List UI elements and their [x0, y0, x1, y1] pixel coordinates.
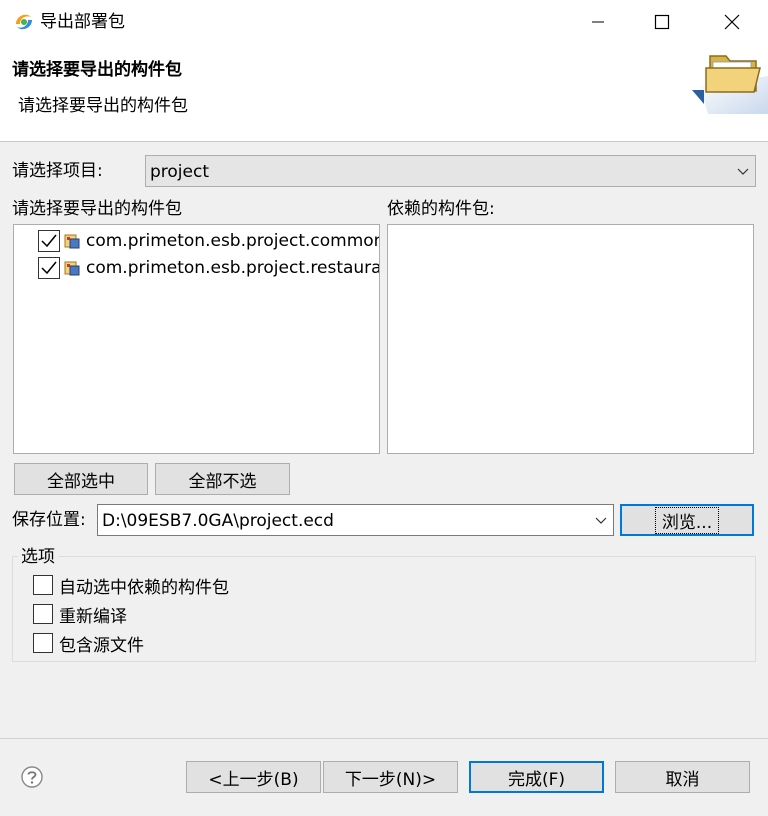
finish-label: 完成(F) [507, 769, 566, 790]
options-group: 自动选中依赖的构件包 重新编译 包含源文件 [12, 556, 756, 662]
app-swirl-icon [12, 10, 36, 34]
next-button[interactable]: 下一步(N)> [323, 761, 458, 793]
tree-item[interactable]: com.primeton.esb.project.common [38, 229, 380, 253]
packages-tree[interactable]: com.primeton.esb.project.common com.prim… [13, 224, 380, 454]
close-icon [724, 14, 740, 30]
save-label: 保存位置: [12, 510, 86, 530]
package-checkbox[interactable] [38, 257, 60, 279]
minimize-icon [592, 21, 604, 23]
option-checkbox[interactable] [33, 575, 53, 595]
maximize-icon [654, 14, 670, 30]
tree-item-label: com.primeton.esb.project.restaurant [86, 258, 380, 278]
window-title: 导出部署包 [40, 12, 125, 32]
packages-label: 请选择要导出的构件包 [12, 199, 182, 219]
deselect-all-button[interactable]: 全部不选 [155, 463, 290, 495]
help-icon[interactable] [20, 765, 44, 789]
checkmark-icon [41, 234, 57, 248]
option-label: 重新编译 [59, 606, 127, 627]
wizard-description: 请选择要导出的构件包 [18, 96, 188, 116]
wizard-title: 请选择要导出的构件包 [12, 60, 182, 80]
options-group-label: 选项 [18, 546, 58, 568]
select-all-button[interactable]: 全部选中 [14, 463, 148, 495]
finish-button[interactable]: 完成(F) [469, 761, 604, 793]
cancel-button[interactable]: 取消 [615, 761, 750, 793]
browse-button[interactable]: 浏览... [620, 504, 754, 536]
footer-separator [0, 738, 768, 739]
back-button[interactable]: <上一步(B) [186, 761, 321, 793]
package-icon [64, 234, 80, 249]
project-select-value: project [150, 162, 210, 182]
option-checkbox[interactable] [33, 633, 53, 653]
project-select[interactable]: project [145, 155, 756, 187]
option-include-source[interactable]: 包含源文件 [33, 631, 144, 656]
checkmark-icon [41, 261, 57, 275]
package-icon [64, 261, 80, 276]
save-path-value: D:\09ESB7.0GA\project.ecd [102, 511, 334, 531]
deselect-all-label: 全部不选 [188, 471, 257, 492]
cancel-label: 取消 [665, 769, 700, 790]
option-label: 自动选中依赖的构件包 [59, 577, 229, 598]
close-button[interactable] [702, 0, 762, 44]
dependencies-label: 依赖的构件包: [387, 199, 495, 219]
dependencies-list[interactable] [387, 224, 754, 454]
next-label: 下一步(N)> [344, 769, 437, 790]
project-label: 请选择项目: [12, 161, 103, 181]
select-all-label: 全部选中 [47, 471, 115, 492]
option-recompile[interactable]: 重新编译 [33, 602, 127, 627]
option-label: 包含源文件 [59, 635, 144, 656]
tree-item-label: com.primeton.esb.project.common [86, 231, 380, 251]
save-path-combo[interactable]: D:\09ESB7.0GA\project.ecd [97, 504, 614, 536]
chevron-down-icon [595, 517, 607, 524]
folder-icon [690, 46, 768, 114]
back-label: <上一步(B) [208, 769, 299, 790]
browse-label: 浏览... [654, 506, 720, 534]
package-checkbox[interactable] [38, 230, 60, 252]
maximize-button[interactable] [632, 0, 692, 44]
tree-item[interactable]: com.primeton.esb.project.restaurant [38, 256, 380, 280]
chevron-down-icon [737, 168, 749, 175]
minimize-button[interactable] [568, 0, 628, 44]
option-checkbox[interactable] [33, 604, 53, 624]
option-auto-select-deps[interactable]: 自动选中依赖的构件包 [33, 573, 229, 598]
